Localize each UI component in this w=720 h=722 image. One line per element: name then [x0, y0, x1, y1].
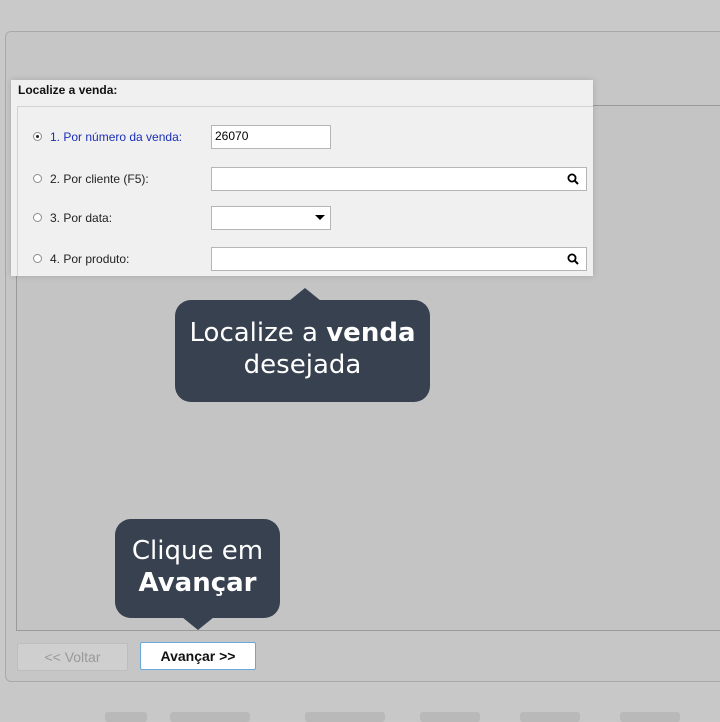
- search-icon[interactable]: [567, 173, 579, 185]
- background-status-item: [170, 712, 250, 722]
- option-label-client[interactable]: 2. Por cliente (F5):: [50, 172, 149, 186]
- option-label-product[interactable]: 4. Por produto:: [50, 252, 129, 266]
- callout-bold-text: venda: [326, 318, 416, 348]
- option-row-sale-number: 1. Por número da venda: 26070: [11, 125, 593, 149]
- option-row-product: 4. Por produto:: [11, 247, 593, 271]
- background-status-item: [420, 712, 480, 722]
- callout-click-next: Clique em Avançar: [115, 519, 280, 630]
- callout-click-next-line1: Clique em: [131, 536, 264, 566]
- option-label-sale-number[interactable]: 1. Por número da venda:: [50, 130, 182, 144]
- next-button[interactable]: Avançar >>: [140, 642, 256, 670]
- date-select[interactable]: [211, 206, 331, 230]
- chevron-down-icon[interactable]: [315, 215, 325, 220]
- callout-find-sale: Localize a venda desejada: [175, 288, 430, 402]
- option-row-client: 2. Por cliente (F5):: [11, 167, 593, 191]
- option-label-date[interactable]: 3. Por data:: [50, 211, 112, 225]
- search-icon[interactable]: [567, 253, 579, 265]
- back-button[interactable]: << Voltar: [17, 643, 128, 671]
- background-status-item: [520, 712, 580, 722]
- option-row-date: 3. Por data:: [11, 206, 593, 230]
- sale-search-panel: Localize a venda: 1. Por número da venda…: [11, 80, 593, 276]
- callout-find-sale-line2: desejada: [243, 350, 362, 380]
- radio-sale-number[interactable]: [33, 132, 42, 141]
- background-status-item: [105, 712, 147, 722]
- sale-number-input[interactable]: 26070: [211, 125, 331, 149]
- callout-find-sale-line1: Localize a venda: [175, 317, 430, 349]
- background-status-item: [305, 712, 385, 722]
- callout-text: Localize a: [189, 318, 327, 348]
- background-status-item: [620, 712, 680, 722]
- client-search-input[interactable]: [211, 167, 587, 191]
- radio-client[interactable]: [33, 174, 42, 183]
- panel-title: Localize a venda:: [18, 83, 118, 97]
- radio-product[interactable]: [33, 254, 42, 263]
- radio-date[interactable]: [33, 213, 42, 222]
- product-search-input[interactable]: [211, 247, 587, 271]
- callout-click-next-line2: Avançar: [138, 568, 257, 598]
